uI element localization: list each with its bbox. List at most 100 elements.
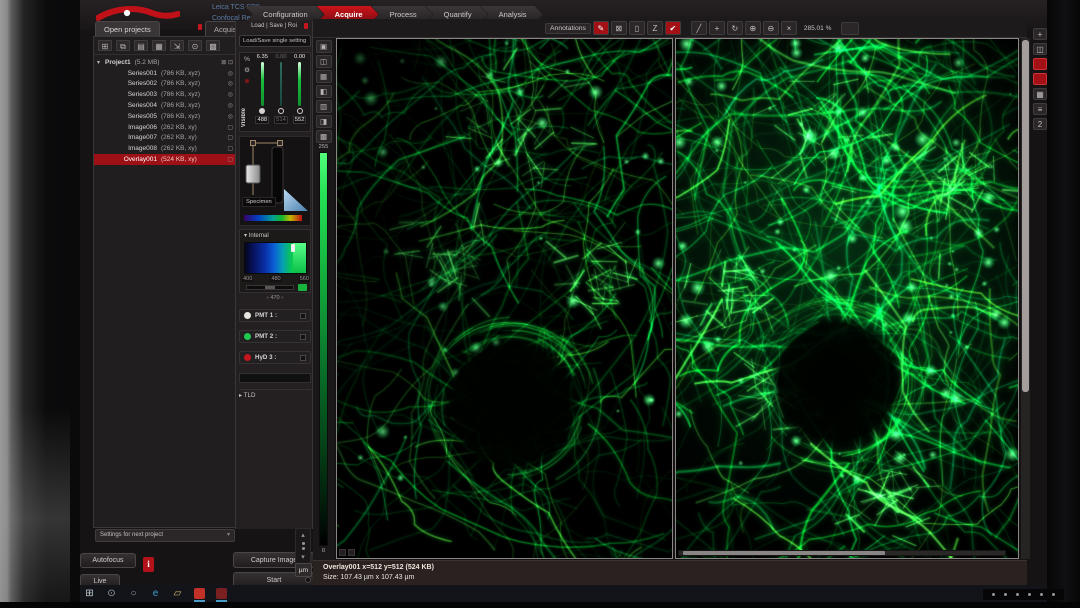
edge-browser-button[interactable]: e xyxy=(148,586,163,601)
layers-button[interactable]: ▦ xyxy=(1033,88,1047,100)
tree-item-series004[interactable]: Series004(786 KB, xyz)◎ xyxy=(94,100,236,111)
tile-view-icon[interactable]: ▦ xyxy=(316,70,332,83)
laser-track-552[interactable]: 0.00552 xyxy=(291,54,309,130)
menu-button[interactable]: ≡ xyxy=(1033,103,1047,115)
display-options-button[interactable] xyxy=(841,22,859,35)
gear-icon[interactable]: ⚙ xyxy=(244,66,250,74)
pane-corner-tools[interactable] xyxy=(339,549,355,556)
laser-slider-track[interactable] xyxy=(298,62,301,106)
cortana-button[interactable]: ○ xyxy=(126,586,141,601)
tree-root[interactable]: ▾ Project1 (5.2 MB) ⊠ ⊡ xyxy=(94,57,236,68)
detection-spectrum[interactable] xyxy=(244,242,307,274)
start-button[interactable]: ⊞ xyxy=(82,586,97,601)
line-profile-icon[interactable]: ╱ xyxy=(691,21,707,35)
single-view-icon[interactable]: ▣ xyxy=(316,40,332,53)
new-project-icon[interactable]: ⊞ xyxy=(98,40,112,51)
image-pane-left-canvas[interactable] xyxy=(337,39,672,558)
3d-view-icon[interactable]: ◨ xyxy=(316,115,332,128)
vertical-scrollbar[interactable] xyxy=(1021,38,1030,559)
acrobat-button[interactable] xyxy=(192,586,207,601)
spectrum-slider[interactable] xyxy=(246,285,294,290)
detector-input-field[interactable] xyxy=(239,373,311,383)
lut-gradient-bar[interactable] xyxy=(319,152,328,546)
pane-tool-icon[interactable] xyxy=(339,549,346,556)
percent-icon[interactable]: % xyxy=(244,56,250,63)
image-pane-right[interactable] xyxy=(675,38,1019,559)
laser-slider-track[interactable] xyxy=(261,62,264,106)
export-icon[interactable]: ⇲ xyxy=(170,40,184,51)
vertical-scrollbar-thumb[interactable] xyxy=(1022,40,1029,392)
zoom-fit-icon[interactable]: × xyxy=(781,21,797,35)
zoom-out-icon[interactable]: ⊖ xyxy=(763,21,779,35)
tree-item-series002[interactable]: Series002(786 KB, xyz)◎ xyxy=(94,79,236,90)
annotations-label[interactable]: Annotations xyxy=(545,23,591,34)
grid-view-icon[interactable]: ▩ xyxy=(206,40,220,51)
save-project-icon[interactable]: ▤ xyxy=(134,40,148,51)
tree-item-series001[interactable]: Series001(786 KB, xyz)◎ xyxy=(94,68,236,79)
split-view-icon[interactable]: ◫ xyxy=(316,55,332,68)
info-icon[interactable]: i xyxy=(143,557,154,572)
draw-annotation-icon[interactable]: ✎ xyxy=(593,21,609,35)
laser-slider-knob-icon[interactable] xyxy=(278,108,284,114)
tree-item-series003[interactable]: Series003(786 KB, xyz)◎ xyxy=(94,89,236,100)
autofocus-button[interactable]: Autofocus xyxy=(80,553,136,568)
laser-slider-knob-icon[interactable] xyxy=(259,108,265,114)
z-annotation-icon[interactable]: Z xyxy=(647,21,663,35)
laser-track-488[interactable]: 6.35488 xyxy=(253,54,271,130)
detector-row-1[interactable]: PMT 1 : xyxy=(239,309,311,322)
pane-tool-icon[interactable] xyxy=(348,549,355,556)
record-button[interactable] xyxy=(1033,58,1047,70)
tree-item-series005[interactable]: Series005(786 KB, xyz)◎ xyxy=(94,111,236,122)
detector-state-icon[interactable] xyxy=(244,333,251,340)
stepper-down-icon[interactable]: ▾ xyxy=(301,553,305,561)
detector-state-icon[interactable] xyxy=(244,354,251,361)
apply-annotation-icon[interactable]: ✔ xyxy=(665,21,681,35)
horizontal-scrollbar[interactable] xyxy=(678,550,1006,556)
chart-view-icon[interactable]: ▩ xyxy=(316,130,332,143)
tree-item-image006[interactable]: Image006(262 KB, xy)▢ xyxy=(94,122,236,133)
tab-open-projects[interactable]: Open projects xyxy=(95,21,160,36)
tree-item-image008[interactable]: Image008(262 KB, xy)▢ xyxy=(94,143,236,154)
horizontal-scrollbar-thumb[interactable] xyxy=(683,551,885,555)
detector-row-2[interactable]: PMT 2 : xyxy=(239,330,311,343)
spectrum-confirm-button[interactable] xyxy=(298,284,307,291)
rotate-icon[interactable]: ↻ xyxy=(727,21,743,35)
gallery-view-icon[interactable]: ▥ xyxy=(316,100,332,113)
zoom-in-icon[interactable]: ⊕ xyxy=(745,21,761,35)
file-explorer-button[interactable]: ▱ xyxy=(170,586,185,601)
image-pane-right-canvas[interactable] xyxy=(676,39,1018,558)
detector-state-icon[interactable] xyxy=(244,312,251,319)
stop-button[interactable] xyxy=(1033,73,1047,85)
las-x-button[interactable] xyxy=(214,586,229,601)
pan-icon[interactable]: + xyxy=(709,21,725,35)
settings-next-project-dropdown[interactable]: Settings for next project xyxy=(95,529,235,542)
delete-annotation-icon[interactable]: ▯ xyxy=(629,21,645,35)
add-panel-button[interactable]: + xyxy=(1033,28,1047,40)
single-setting-dropdown[interactable]: Load/Save single setting xyxy=(239,35,311,47)
detector-checkbox[interactable] xyxy=(300,313,306,319)
focus-stepper[interactable]: ▴▾ xyxy=(295,528,311,564)
detector-checkbox[interactable] xyxy=(300,334,306,340)
unit-button[interactable]: µm xyxy=(295,563,312,577)
laser-slider-track[interactable] xyxy=(280,62,283,106)
tree-item-overlay001[interactable]: Overlay001(524 KB, xy)▢ xyxy=(94,154,236,165)
laser-track-514[interactable]: 0.00514 xyxy=(272,54,290,130)
image-pane-left[interactable] xyxy=(336,38,673,559)
laser-slider-knob-icon[interactable] xyxy=(297,108,303,114)
detection-window-handle-icon[interactable] xyxy=(291,244,295,252)
laser-off-icon[interactable]: ⊗ xyxy=(244,77,249,85)
expand-arrow-icon[interactable]: ▾ xyxy=(97,59,105,66)
load-save-roi[interactable]: Load | Save | Roi xyxy=(236,23,312,29)
detector-checkbox[interactable] xyxy=(300,355,306,361)
search-button[interactable]: ⊙ xyxy=(104,586,119,601)
stepper-up-icon[interactable]: ▴ xyxy=(301,531,305,539)
split-panel-button[interactable]: ◫ xyxy=(1033,43,1047,55)
page-2-button[interactable]: 2 xyxy=(1033,118,1047,130)
monitor-osd-buttons[interactable] xyxy=(983,589,1064,600)
open-project-icon[interactable]: ⧉ xyxy=(116,40,130,51)
tld-section[interactable]: ▸ TLD xyxy=(239,389,311,399)
select-annotation-icon[interactable]: ⊠ xyxy=(611,21,627,35)
archive-icon[interactable]: ▦ xyxy=(152,40,166,51)
detector-row-3[interactable]: HyD 3 : xyxy=(239,351,311,364)
tree-item-image007[interactable]: Image007(262 KB, xy)▢ xyxy=(94,133,236,144)
